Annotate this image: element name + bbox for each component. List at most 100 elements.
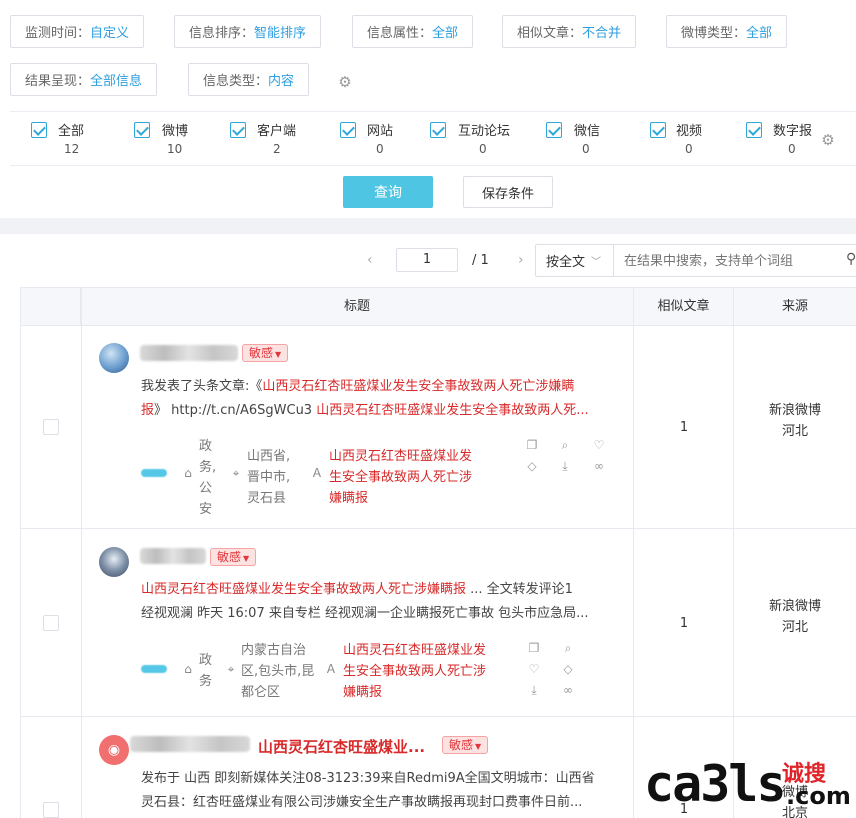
avatar[interactable] [99, 547, 129, 577]
filter-value: 全部信息 [90, 74, 143, 89]
filter-similar-articles[interactable]: 相似文章： 不合并 [502, 15, 637, 48]
chevron-right-icon[interactable]: › [518, 252, 524, 268]
source-region: 河北 [781, 620, 808, 635]
result-search-input[interactable] [614, 245, 856, 276]
domain-tag: 政 务, 公 安 [199, 439, 217, 517]
heart-icon[interactable]: ♡ [592, 438, 606, 452]
download-icon[interactable]: ⤓ [527, 683, 541, 697]
filter-label: 微博类型： [681, 26, 747, 41]
checkbox-checked-icon[interactable] [31, 122, 47, 138]
page-number-input[interactable]: 1 [396, 248, 458, 272]
author-name-blurred[interactable] [140, 345, 238, 361]
location-icon: ⌖ [232, 466, 240, 480]
filter-label: 信息类型： [203, 74, 269, 89]
channel-count: 0 [582, 142, 590, 156]
sensitive-badge[interactable]: 敏感 ▼ [242, 344, 289, 362]
checkbox-checked-icon[interactable] [134, 122, 150, 138]
channel-name: 数字报 [773, 124, 813, 139]
author-name-blurred[interactable] [130, 736, 250, 752]
channel-weibo[interactable]: 微博 10 [134, 118, 224, 164]
post-content-line[interactable]: 我发表了头条文章:《山西灵石红杏旺盛煤业发生安全事故致两人死亡涉嫌瞒 [141, 375, 621, 394]
source-platform: 新浪微博 [768, 599, 821, 614]
result-search-bar: 按全文 ﹀ [535, 244, 856, 277]
copy-icon[interactable]: ❐ [525, 438, 539, 452]
row-checkbox[interactable] [43, 615, 59, 631]
filter-monitor-time[interactable]: 监测时间： 自定义 [10, 15, 145, 48]
post-content-line[interactable]: 报》 http://t.cn/A6SgWCu3 山西灵石红杏旺盛煤业发生安全事故… [141, 399, 621, 418]
channel-settings-gear-icon[interactable]: ⚙ [820, 132, 836, 148]
channel-name: 客户端 [257, 124, 297, 139]
checkbox-checked-icon[interactable] [430, 122, 446, 138]
copy-icon[interactable]: ❐ [527, 641, 541, 655]
sensitive-badge[interactable]: 敏感 ▼ [210, 548, 257, 566]
filter-label: 监测时间： [25, 26, 91, 41]
filter-info-attribute[interactable]: 信息属性： 全部 [352, 15, 474, 48]
channel-digital-paper[interactable]: 数字报 0 [746, 118, 826, 164]
filter-weibo-type[interactable]: 微博类型： 全部 [666, 15, 788, 48]
row-checkbox[interactable] [43, 802, 59, 818]
checkbox-checked-icon[interactable] [650, 122, 666, 138]
channel-wechat[interactable]: 微信 0 [546, 118, 636, 164]
grid-line [81, 287, 82, 818]
checkbox-checked-icon[interactable] [230, 122, 246, 138]
emotion-tag-blurred [141, 469, 167, 477]
search-similar-icon[interactable]: ⌕ [561, 641, 575, 655]
download-icon[interactable]: ⤓ [558, 459, 572, 473]
page-total: / 1 [472, 253, 489, 268]
channel-forum[interactable]: 互动论坛 0 [430, 118, 540, 164]
post-content-line[interactable]: 灵石县：红杏旺盛煤业有限公司涉嫌安全生产事故瞒报再现封口费事件日前... [141, 791, 621, 810]
caret-down-icon: ▼ [243, 554, 250, 563]
checkbox-checked-icon[interactable] [746, 122, 762, 138]
filter-info-sort[interactable]: 信息排序： 智能排序 [174, 15, 322, 48]
briefcase-icon: ⌂ [184, 662, 192, 676]
save-conditions-button[interactable]: 保存条件 [463, 176, 553, 208]
filter-result-display[interactable]: 结果呈现： 全部信息 [10, 63, 158, 96]
section-gap [0, 218, 856, 234]
topic-tag[interactable]: 山西灵石红杏旺盛煤业发 生安全事故致两人死亡涉 嫌瞒报 [329, 446, 472, 509]
source-cell: 新浪微博 河北 [734, 596, 856, 638]
search-mode-select[interactable]: 按全文 ﹀ [536, 245, 614, 276]
channel-name: 互动论坛 [458, 124, 511, 139]
link-icon[interactable]: ∞ [592, 459, 606, 473]
row-divider [20, 716, 856, 717]
filter-settings-gear-icon[interactable]: ⚙ [337, 74, 353, 90]
similar-count[interactable]: 1 [634, 616, 734, 631]
channel-website[interactable]: 网站 0 [340, 118, 430, 164]
caret-down-icon: ▼ [275, 350, 282, 359]
sensitive-badge[interactable]: 敏感 ▼ [442, 736, 489, 754]
channel-count: 12 [64, 142, 80, 156]
channel-name: 视频 [676, 124, 703, 139]
content-text: ... 全文转发评论1 [466, 582, 573, 597]
channel-client[interactable]: 客户端 2 [230, 118, 330, 164]
post-content-line[interactable]: 山西灵石红杏旺盛煤业发生安全事故致两人死亡涉嫌瞒报 ... 全文转发评论1 [141, 578, 621, 597]
post-title[interactable]: 山西灵石红杏旺盛煤业... [258, 736, 425, 757]
heart-icon[interactable]: ♡ [527, 662, 541, 676]
query-button[interactable]: 查询 [343, 176, 433, 208]
similar-count[interactable]: 1 [634, 420, 734, 435]
badge-label: 敏感 [449, 738, 474, 752]
checkbox-checked-icon[interactable] [546, 122, 562, 138]
search-similar-icon[interactable]: ⌕ [558, 438, 572, 452]
source-region: 河北 [781, 424, 808, 439]
author-name-blurred[interactable] [140, 548, 206, 564]
chevron-left-icon[interactable]: ‹ [367, 252, 373, 268]
filter-label: 信息属性： [367, 26, 433, 41]
tag-icon[interactable]: ◇ [561, 662, 575, 676]
channel-video[interactable]: 视频 0 [650, 118, 740, 164]
badge-label: 敏感 [249, 346, 274, 360]
filter-value: 全部 [746, 26, 773, 41]
topic-tag[interactable]: 山西灵石红杏旺盛煤业发 生安全事故致两人死亡涉 嫌瞒报 [343, 640, 486, 703]
avatar[interactable] [99, 343, 129, 373]
tag-icon[interactable]: ◇ [525, 459, 539, 473]
post-content-line[interactable]: 经视观澜 昨天 16:07 来自专栏 经视观澜一企业瞒报死亡事故 包头市应急局.… [141, 602, 621, 621]
filter-info-type[interactable]: 信息类型： 内容 [188, 63, 310, 96]
caret-down-icon: ▼ [475, 742, 482, 751]
checkbox-checked-icon[interactable] [340, 122, 356, 138]
chevron-down-icon: ﹀ [591, 257, 602, 268]
channel-all[interactable]: 全部 12 [31, 118, 121, 164]
weibo-logo-icon[interactable]: ◉ [99, 735, 129, 765]
link-icon[interactable]: ∞ [561, 683, 575, 697]
channel-count: 0 [479, 142, 487, 156]
post-content-line[interactable]: 发布于 山西 即刻新媒体关注08-3123:39来自Redmi9A全国文明城市：… [141, 767, 621, 786]
row-checkbox[interactable] [43, 419, 59, 435]
